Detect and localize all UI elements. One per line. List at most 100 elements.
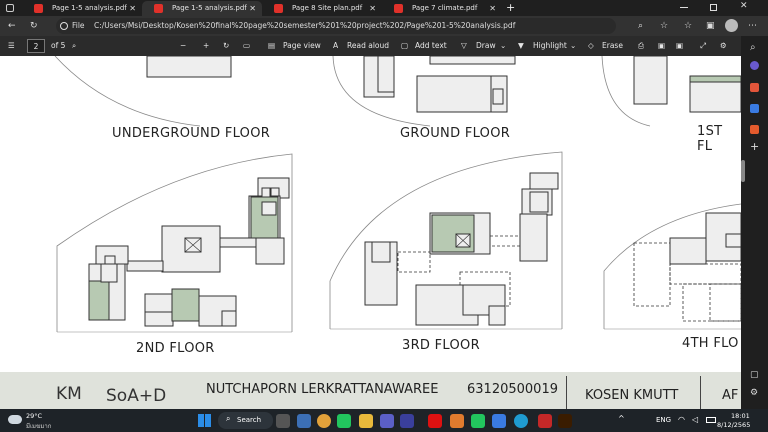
first-floor-plan [601,56,741,127]
tab-1[interactable]: Page 1-5 analysis.pdf ✕ [22,1,142,16]
language-indicator[interactable]: ENG [656,416,671,424]
widgets-icon[interactable] [297,414,311,428]
add-text-button[interactable]: Add text [415,36,447,56]
chevron-down-icon[interactable]: ⌄ [570,36,576,56]
tools-icon[interactable] [750,104,759,113]
logo-text: KM [56,384,82,404]
search-icon[interactable]: ⌕ [750,42,756,53]
back-icon[interactable]: ← [8,16,16,36]
eraser-icon[interactable]: ◇ [588,36,594,56]
app-icon[interactable] [492,414,506,428]
page-view-button[interactable]: Page view [283,36,321,56]
more-icon[interactable]: ⋯ [748,16,757,36]
app-icon[interactable] [400,414,414,428]
tab-2[interactable]: Page 1-5 analysis.pdf ✕ [142,1,262,16]
clock-date[interactable]: 8/12/2565 [717,421,750,429]
search-box[interactable]: ⌕ Search [218,412,273,429]
highlight-button[interactable]: Highlight [533,36,567,56]
student-name: NUTCHAPORN LERKRATTANAWAREE [206,382,439,397]
zoom-in-icon[interactable]: + [203,36,209,56]
draw-button[interactable]: Draw [476,36,496,56]
app-icon[interactable] [450,414,464,428]
clock-time[interactable]: 18:01 [731,412,750,420]
read-aloud-icon[interactable]: A [333,36,338,56]
underground-floor-plan [54,56,232,127]
edge-sidebar: ⌕ + ▢ ⚙ [741,36,768,410]
close-tab-icon[interactable]: ✕ [369,1,376,16]
volume-icon[interactable]: ◁ [692,415,698,424]
office-icon[interactable] [750,125,759,134]
battery-icon[interactable] [706,417,716,423]
close-tab-icon[interactable]: ✕ [129,1,136,16]
tab-actions-icon[interactable] [6,4,14,12]
save-as-icon[interactable]: ▣ [676,36,683,56]
read-aloud-button[interactable]: Read aloud [347,36,389,56]
close-tab-icon[interactable]: ✕ [249,1,256,16]
pdf-icon [34,4,43,13]
url-text: C:/Users/Msi/Desktop/Kosen%20final%20pag… [94,21,516,30]
address-field[interactable]: File C:/Users/Msi/Desktop/Kosen%20final%… [56,18,616,34]
close-tab-icon[interactable]: ✕ [489,1,496,16]
pdf-icon [154,4,163,13]
zoom-out-icon[interactable]: − [180,36,186,56]
title-block: KM SoA+D NUTCHAPORN LERKRATTANAWAREE 631… [0,372,741,409]
start-windows-icon[interactable] [198,414,211,427]
maximize-icon[interactable] [710,4,717,11]
chevron-up-icon[interactable]: ^ [618,414,625,423]
chrome-icon[interactable] [317,414,331,428]
save-icon[interactable]: ▣ [658,36,665,56]
sidebar-toggle-icon[interactable]: ▢ [750,370,759,380]
netflix-icon[interactable] [428,414,442,428]
rotate-icon[interactable]: ↻ [223,36,229,56]
edge-icon[interactable] [514,414,528,428]
favorite-icon[interactable]: ☆ [660,16,668,36]
favorites-list-icon[interactable]: ☆ [684,16,692,36]
minimize-icon[interactable] [680,7,688,8]
page-number-input[interactable]: 2 [27,39,45,53]
file-scheme-label: File [72,21,85,30]
fullscreen-icon[interactable]: ⤢ [700,36,706,56]
wifi-icon[interactable]: ◠ [678,415,685,424]
page-view-icon[interactable]: ▤ [268,36,275,56]
weather-icon[interactable] [8,415,22,424]
browser-tab-bar: Page 1-5 analysis.pdf ✕ Page 1-5 analysi… [0,0,768,16]
floor-plans-drawing [54,56,741,333]
draw-icon[interactable]: ▽ [461,36,467,56]
first-floor-label: 1ST FL [697,124,723,154]
pdf-page[interactable]: UNDERGROUND FLOOR GROUND FLOOR 1ST FL 2N… [0,56,741,409]
contents-icon[interactable]: ☰ [8,36,15,56]
temperature[interactable]: 29°C [26,412,42,420]
pdf-toolbar: ☰ 2 of 5 ⌕ − + ↻ ▭ ▤ Page view A Read al… [0,36,768,56]
third-floor-plan [329,151,563,330]
refresh-icon[interactable]: ↻ [30,16,38,36]
collections-icon[interactable]: ▣ [706,16,715,36]
zoom-icon[interactable]: ⌕ [638,16,643,36]
line-icon[interactable] [471,414,485,428]
search-icon[interactable]: ⌕ [72,36,76,56]
settings-gear-icon[interactable]: ⚙ [720,36,727,56]
illustrator-icon[interactable] [558,414,572,428]
print-icon[interactable]: ⎙ [638,36,644,56]
shopping-icon[interactable] [750,83,759,92]
task-view-icon[interactable] [276,414,290,428]
add-icon[interactable]: + [750,140,759,153]
new-tab-button[interactable]: + [506,0,515,15]
divider [700,376,701,409]
app-icon[interactable] [538,414,552,428]
settings-gear-icon[interactable]: ⚙ [750,388,758,398]
profile-avatar[interactable] [725,19,738,32]
close-window-icon[interactable]: ✕ [740,1,748,11]
explorer-folder-icon[interactable] [359,414,373,428]
chevron-down-icon[interactable]: ⌄ [500,36,506,56]
discover-icon[interactable] [750,61,759,70]
line-icon[interactable] [337,414,351,428]
tab-3[interactable]: Page 8 Site plan.pdf ✕ [262,1,382,16]
scrollbar-thumb[interactable] [741,160,745,182]
add-text-icon[interactable]: ▢ [401,36,408,56]
underground-floor-label: UNDERGROUND FLOOR [112,126,271,141]
fit-page-icon[interactable]: ▭ [243,36,250,56]
teams-icon[interactable] [380,414,394,428]
tab-4[interactable]: Page 7 climate.pdf ✕ [382,1,502,16]
highlight-icon[interactable]: ▼ [518,36,524,56]
erase-button[interactable]: Erase [602,36,623,56]
